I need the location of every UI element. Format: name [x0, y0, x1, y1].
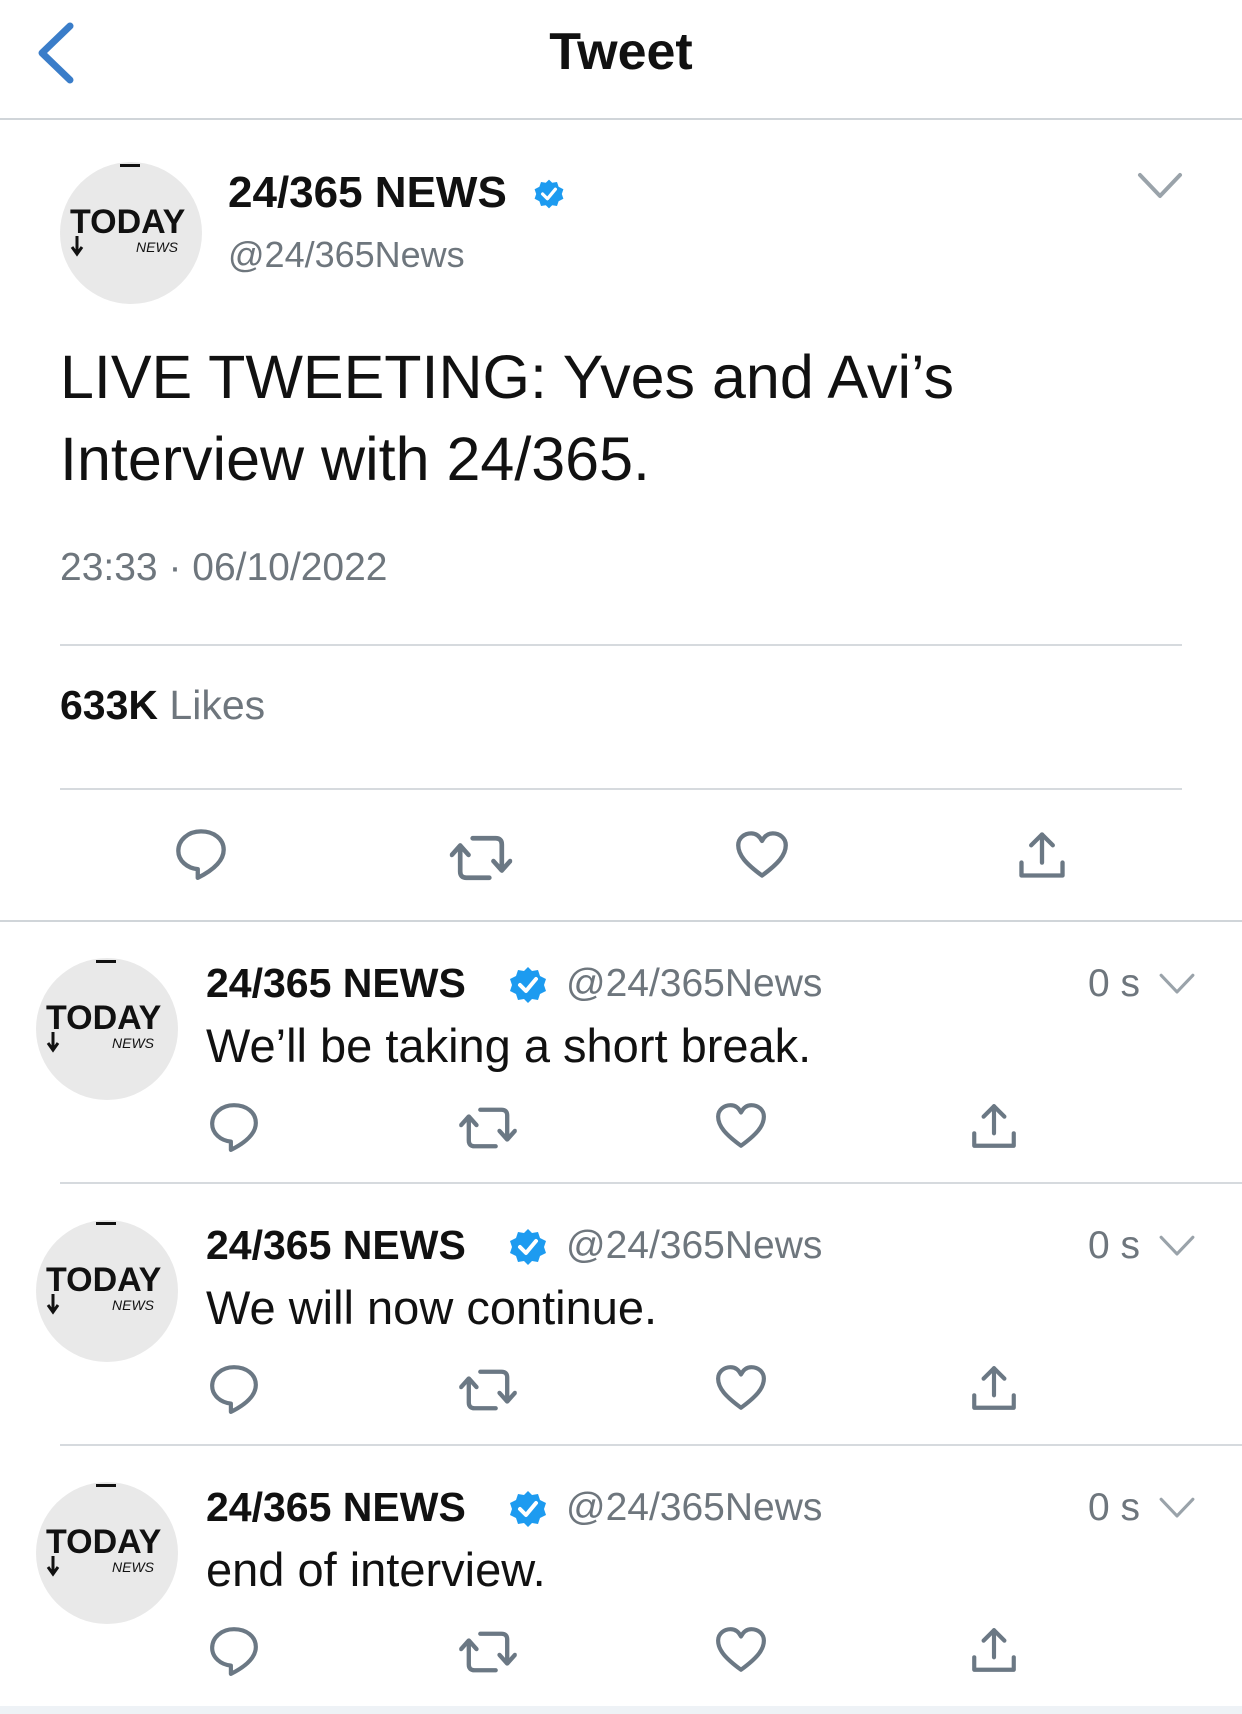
reply-author-name[interactable]: 24/365 NEWS — [206, 1222, 466, 1269]
avatar[interactable]: TODAY NEWS — [60, 162, 202, 304]
bottom-edge — [0, 1706, 1242, 1714]
avatar[interactable]: TODAY NEWS — [36, 958, 178, 1100]
comment-icon[interactable] — [208, 1100, 260, 1152]
reply-handle[interactable]: @24/365News — [566, 1224, 822, 1268]
divider — [60, 644, 1182, 646]
svg-text:NEWS: NEWS — [112, 1297, 155, 1313]
reply-timestamp: 0 s — [1088, 962, 1141, 1005]
comment-icon[interactable] — [208, 1624, 260, 1676]
svg-text:NEWS: NEWS — [112, 1035, 155, 1051]
chevron-down-icon[interactable] — [1158, 970, 1196, 998]
today-news-logo: TODAY NEWS — [46, 1484, 162, 1577]
divider — [60, 1182, 1242, 1184]
svg-text:NEWS: NEWS — [136, 239, 179, 255]
share-icon[interactable] — [968, 1100, 1020, 1152]
chevron-down-icon[interactable] — [1136, 168, 1184, 204]
chevron-down-icon[interactable] — [1158, 1232, 1196, 1260]
heart-icon[interactable] — [715, 1626, 767, 1674]
likes-count: 633K — [60, 682, 159, 728]
main-tweet-handle[interactable]: @24/365News — [228, 234, 465, 276]
section-divider — [0, 920, 1242, 922]
comment-icon[interactable] — [174, 826, 228, 880]
likes-stat[interactable]: 633K Likes — [60, 682, 265, 729]
reply-author-name[interactable]: 24/365 NEWS — [206, 1484, 466, 1531]
svg-text:TODAY: TODAY — [46, 1523, 162, 1561]
heart-icon[interactable] — [715, 1364, 767, 1412]
heart-icon[interactable] — [715, 1102, 767, 1150]
avatar[interactable]: TODAY NEWS — [36, 1482, 178, 1624]
share-icon[interactable] — [968, 1624, 1020, 1676]
reply-text: We will now continue. — [206, 1281, 658, 1334]
verified-badge-icon — [508, 965, 548, 1005]
avatar[interactable]: TODAY NEWS — [36, 1220, 178, 1362]
tweet-time: 23:33 — [60, 546, 158, 589]
retweet-icon[interactable] — [458, 1628, 518, 1676]
main-tweet-author-name[interactable]: 24/365 NEWS — [228, 168, 507, 218]
comment-icon[interactable] — [208, 1362, 260, 1414]
today-news-logo: TODAY NEWS — [46, 1222, 162, 1315]
separator-dot: · — [168, 546, 193, 589]
divider — [60, 788, 1182, 790]
svg-text:TODAY: TODAY — [46, 999, 162, 1037]
main-tweet-text: LIVE TWEETING: Yves and Avi’s Interview … — [60, 343, 954, 493]
chevron-down-icon[interactable] — [1158, 1494, 1196, 1522]
reply-handle[interactable]: @24/365News — [566, 962, 822, 1006]
main-tweet-timestamp: 23:33 · 06/10/2022 — [60, 546, 387, 590]
divider — [60, 1444, 1242, 1446]
share-icon[interactable] — [968, 1362, 1020, 1414]
reply-text: end of interview. — [206, 1543, 546, 1596]
retweet-icon[interactable] — [449, 832, 513, 884]
svg-text:TODAY: TODAY — [46, 1261, 162, 1299]
heart-icon[interactable] — [735, 830, 789, 880]
reply-text: We’ll be taking a short break. — [206, 1019, 812, 1072]
reply-handle[interactable]: @24/365News — [566, 1486, 822, 1530]
page-title: Tweet — [549, 23, 693, 81]
share-icon[interactable] — [1015, 828, 1069, 882]
retweet-icon[interactable] — [458, 1104, 518, 1152]
svg-text:NEWS: NEWS — [112, 1559, 155, 1575]
reply-timestamp: 0 s — [1088, 1486, 1141, 1529]
verified-badge-icon — [533, 178, 565, 210]
likes-label: Likes — [169, 682, 266, 728]
verified-badge-icon — [508, 1489, 548, 1529]
verified-badge-icon — [508, 1227, 548, 1267]
today-news-logo: TODAY NEWS — [46, 960, 162, 1053]
tweet-date: 06/10/2022 — [192, 546, 388, 589]
retweet-icon[interactable] — [458, 1366, 518, 1414]
today-news-logo: TODAY NEWS — [70, 164, 186, 257]
reply-timestamp: 0 s — [1088, 1224, 1141, 1267]
top-bar: Tweet — [0, 0, 1242, 120]
reply-author-name[interactable]: 24/365 NEWS — [206, 960, 466, 1007]
svg-text:TODAY: TODAY — [70, 203, 186, 241]
